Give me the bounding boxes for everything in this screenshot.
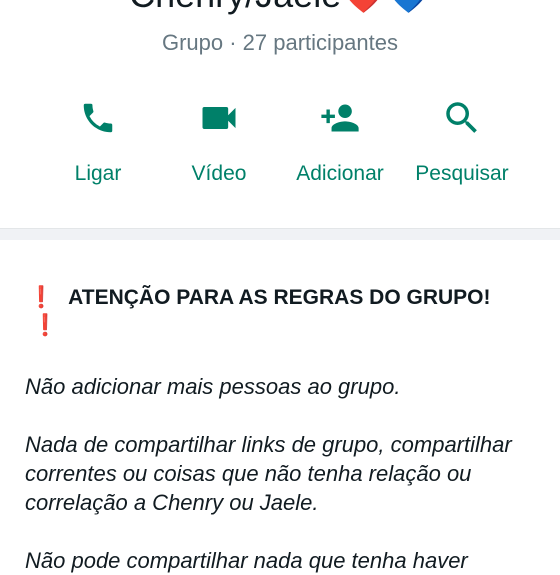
rules-heading: ❗ ATENÇÃO PARA AS REGRAS DO GRUPO!: [28, 284, 536, 312]
rules-heading-text: ATENÇÃO PARA AS REGRAS DO GRUPO!: [68, 286, 491, 309]
add-person-icon: [318, 96, 362, 140]
add-participant-button[interactable]: Adicionar: [280, 96, 400, 206]
description-paragraph: Não pode compartilhar nada que tenha hav…: [25, 548, 468, 573]
group-title: Chenry/Jaele❤️💙: [0, 0, 560, 16]
call-button[interactable]: Ligar: [38, 96, 158, 206]
phone-icon: [76, 96, 120, 140]
search-button[interactable]: Pesquisar: [402, 96, 522, 206]
description-paragraph: Não adicionar mais pessoas ao grupo.: [25, 374, 401, 399]
group-description: ❗ ATENÇÃO PARA AS REGRAS DO GRUPO! ❗ Não …: [0, 240, 560, 573]
exclamation-icon-trailing: ❗: [32, 314, 59, 337]
description-paragraph: Nada de compartilhar links de grupo, com…: [25, 432, 512, 515]
action-bar: Ligar Vídeo Adicionar Pesquisar: [38, 96, 522, 206]
video-call-button[interactable]: Vídeo: [159, 96, 279, 206]
exclamation-icon: ❗: [28, 286, 55, 309]
group-subtitle: Grupo · 27 participantes: [161, 30, 399, 55]
video-label: Vídeo: [191, 162, 247, 185]
video-icon: [197, 96, 241, 140]
add-label: Adicionar: [296, 162, 384, 185]
call-label: Ligar: [74, 162, 122, 185]
search-label: Pesquisar: [415, 162, 509, 185]
search-icon: [440, 96, 484, 140]
